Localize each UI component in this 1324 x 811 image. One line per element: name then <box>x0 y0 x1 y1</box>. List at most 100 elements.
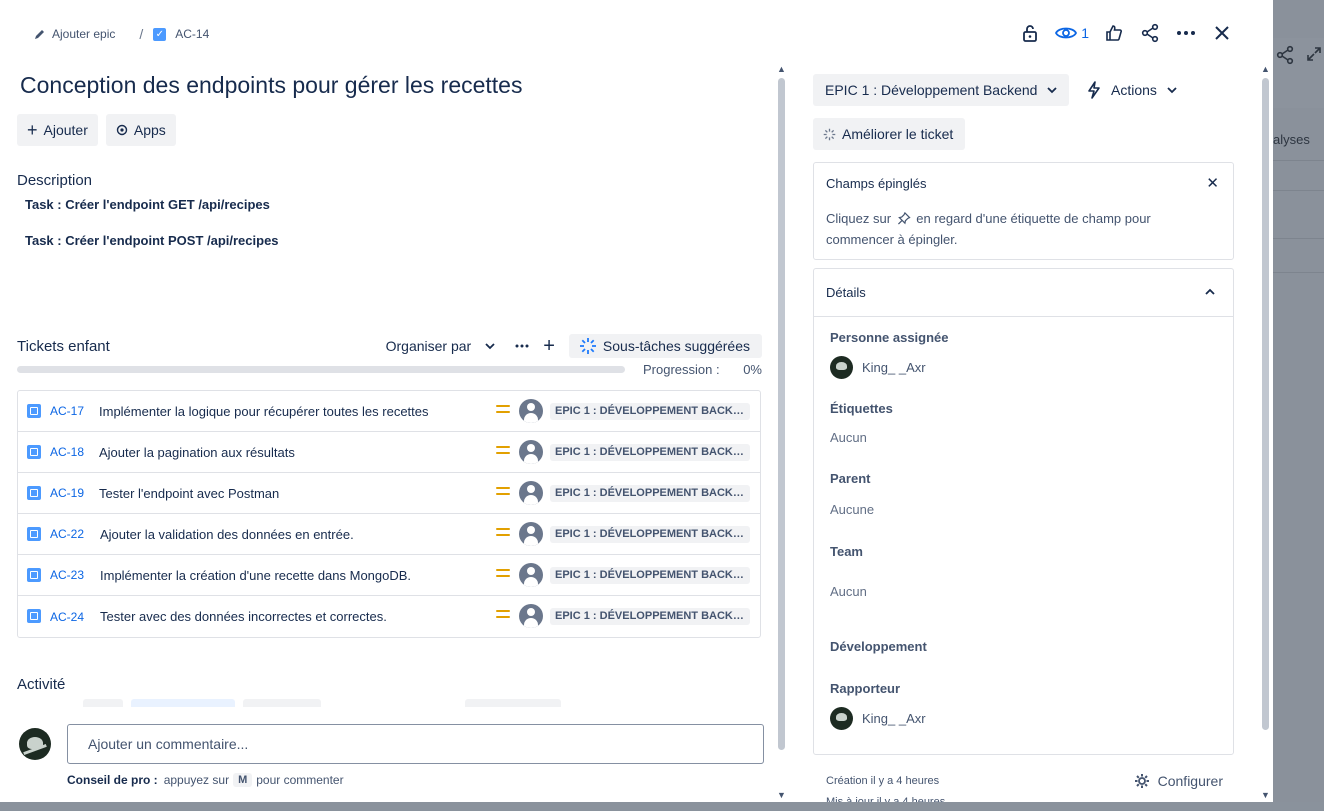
pro-tip: Conseil de pro : appuyez sur M pour comm… <box>67 773 344 787</box>
page-title[interactable]: Conception des endpoints pour gérer les … <box>20 72 522 99</box>
child-tickets-table: AC-17 Implémenter la logique pour récupér… <box>17 390 761 638</box>
details-header[interactable]: Détails <box>814 269 1233 317</box>
unassigned-avatar-icon[interactable] <box>519 522 543 546</box>
ticket-summary[interactable]: Ajouter la validation des données en ent… <box>100 527 354 542</box>
background-page: alyses <box>1273 0 1324 811</box>
table-row[interactable]: AC-19 Tester l'endpoint avec Postman EPIC … <box>18 473 760 514</box>
labels-label: Étiquettes <box>830 401 893 416</box>
activity-heading: Activité <box>17 676 66 693</box>
unassigned-avatar-icon[interactable] <box>519 481 543 505</box>
table-row[interactable]: AC-24 Tester avec des données incorrectes… <box>18 596 760 637</box>
child-tickets-tools: Organiser par + Sous-tâches suggérées <box>386 334 762 358</box>
ticket-summary[interactable]: Ajouter la pagination aux résultats <box>99 445 295 460</box>
ticket-summary[interactable]: Implémenter la création d'une recette da… <box>100 568 411 583</box>
epic-lozenge[interactable]: EPIC 1 : DÉVELOPPEMENT BACKEND <box>550 608 750 625</box>
progress-status: Progression : 0% <box>643 362 762 377</box>
description-heading: Description <box>17 172 93 189</box>
quick-actions: + Ajouter Apps <box>17 114 176 146</box>
comment-input[interactable]: Ajouter un commentaire... <box>67 724 764 764</box>
ticket-summary[interactable]: Tester avec des données incorrectes et c… <box>100 609 387 624</box>
apps-icon <box>116 124 128 136</box>
plus-icon[interactable]: + <box>543 336 555 356</box>
parent-value[interactable]: Aucune <box>830 502 874 517</box>
subtask-icon <box>27 568 41 582</box>
labels-value[interactable]: Aucun <box>830 430 867 445</box>
apps-button-label: Apps <box>133 122 166 138</box>
assignee-name: King_ _Axr <box>862 360 926 375</box>
actions-dropdown[interactable]: Actions <box>1087 74 1177 106</box>
status-dropdown[interactable]: EPIC 1 : Développement Backend <box>813 74 1070 106</box>
suggested-subtasks-button[interactable]: Sous-tâches suggérées <box>568 334 762 358</box>
add-button[interactable]: + Ajouter <box>17 114 98 146</box>
epic-lozenge[interactable]: EPIC 1 : DÉVELOPPEMENT BACKEND <box>550 526 750 543</box>
improve-ticket-button[interactable]: Améliorer le ticket <box>813 118 966 150</box>
ticket-key[interactable]: AC-19 <box>50 486 84 500</box>
epic-status-label: EPIC 1 : Développement Backend <box>825 82 1038 98</box>
ai-sparkle-icon <box>823 128 836 140</box>
chevron-down-icon <box>485 343 495 350</box>
main-scrollbar[interactable] <box>778 78 785 750</box>
details-title: Détails <box>826 285 866 300</box>
scroll-up-arrow[interactable]: ▲ <box>777 64 786 74</box>
avatar <box>19 728 51 760</box>
epic-lozenge[interactable]: EPIC 1 : DÉVELOPPEMENT BACKEND <box>550 567 750 584</box>
assignee-label: Personne assignée <box>830 330 949 345</box>
details-panel: Détails Personne assignée King_ _Axr Éti… <box>813 268 1234 755</box>
scroll-down-arrow[interactable]: ▼ <box>777 790 786 800</box>
ticket-key[interactable]: AC-24 <box>50 610 84 624</box>
ticket-key[interactable]: AC-17 <box>50 404 84 418</box>
description-line[interactable]: Task : Créer l'endpoint POST /api/recipe… <box>25 233 279 248</box>
table-row[interactable]: AC-17 Implémenter la logique pour récupér… <box>18 391 760 432</box>
assignee-value[interactable]: King_ _Axr <box>830 356 926 379</box>
table-row[interactable]: AC-22 Ajouter la validation des données e… <box>18 514 760 555</box>
table-row[interactable]: AC-23 Implémenter la création d'une recet… <box>18 555 760 596</box>
reporter-value[interactable]: King_ _Axr <box>830 707 926 730</box>
sidebar-scrollbar[interactable] <box>1262 78 1269 730</box>
sidebar-scroll-down-arrow[interactable]: ▼ <box>1261 790 1270 800</box>
priority-medium-icon <box>496 610 510 622</box>
progress-bar <box>17 366 625 373</box>
unassigned-avatar-icon[interactable] <box>519 440 543 464</box>
activity-filters <box>17 699 762 707</box>
keyboard-shortcut: M <box>233 773 253 787</box>
reporter-label: Rapporteur <box>830 681 901 696</box>
chevron-up-icon[interactable] <box>1205 285 1215 299</box>
share-icon <box>1276 45 1294 65</box>
epic-lozenge[interactable]: EPIC 1 : DÉVELOPPEMENT BACKEND <box>550 485 750 502</box>
ai-sparkle-icon <box>579 338 596 354</box>
avatar <box>830 707 853 730</box>
subtask-icon <box>27 527 41 541</box>
subtask-icon <box>27 486 41 500</box>
pin-icon <box>897 211 911 225</box>
ticket-key[interactable]: AC-23 <box>50 568 84 582</box>
unassigned-avatar-icon[interactable] <box>519 563 543 587</box>
background-text: alyses <box>1273 132 1310 147</box>
subtask-icon <box>27 445 41 459</box>
unassigned-avatar-icon[interactable] <box>519 604 543 628</box>
priority-medium-icon <box>496 569 510 581</box>
table-row[interactable]: AC-18 Ajouter la pagination aux résultats… <box>18 432 760 473</box>
child-tickets-header: Tickets enfant Organiser par + Sous-tâch… <box>17 334 762 360</box>
progress-value: 0% <box>743 362 762 377</box>
description-line[interactable]: Task : Créer l'endpoint GET /api/recipes <box>25 197 270 212</box>
priority-medium-icon <box>496 446 510 458</box>
created-timestamp: Création il y a 4 heures <box>826 775 940 787</box>
ticket-key[interactable]: AC-18 <box>50 445 84 459</box>
epic-lozenge[interactable]: EPIC 1 : DÉVELOPPEMENT BACKEND <box>550 444 750 461</box>
organize-by-button[interactable]: Organiser par <box>386 338 496 354</box>
gear-icon <box>1134 774 1149 788</box>
parent-label: Parent <box>830 471 871 486</box>
ticket-summary[interactable]: Tester l'endpoint avec Postman <box>99 486 279 501</box>
child-tickets-heading: Tickets enfant <box>17 338 110 355</box>
more-icon[interactable] <box>515 344 529 348</box>
close-icon[interactable]: ✕ <box>1206 174 1219 192</box>
apps-button[interactable]: Apps <box>105 114 176 146</box>
epic-lozenge[interactable]: EPIC 1 : DÉVELOPPEMENT BACKEND <box>550 403 750 420</box>
expand-icon <box>1307 47 1321 61</box>
team-value[interactable]: Aucun <box>830 584 867 599</box>
configure-button[interactable]: Configurer <box>1134 773 1223 789</box>
unassigned-avatar-icon[interactable] <box>519 399 543 423</box>
sidebar-scroll-up-arrow[interactable]: ▲ <box>1261 64 1270 74</box>
ticket-summary[interactable]: Implémenter la logique pour récupérer to… <box>99 404 429 419</box>
ticket-key[interactable]: AC-22 <box>50 527 84 541</box>
